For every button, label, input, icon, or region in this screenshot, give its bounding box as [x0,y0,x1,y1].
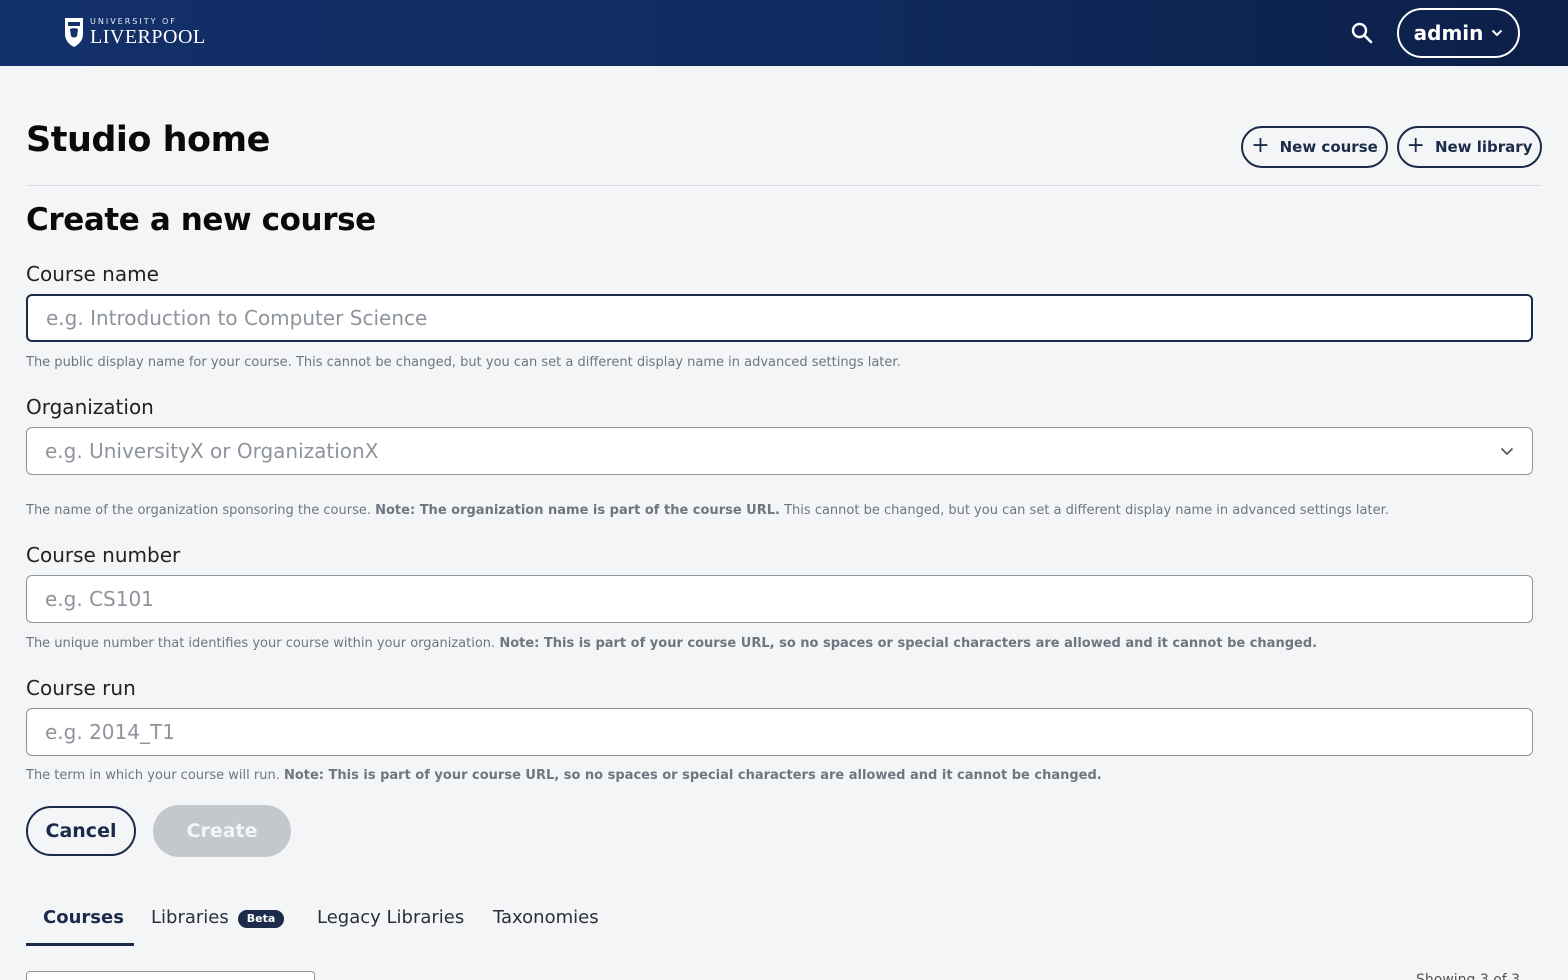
logo-small-text: UNIVERSITY OF [90,16,177,26]
top-header: UNIVERSITY OF LIVERPOOL admin [0,0,1568,66]
chevron-down-icon [1492,29,1503,37]
course-run-help-note: Note: This is part of your course URL, s… [283,768,1102,783]
crest-icon [65,18,83,47]
search-button[interactable] [1344,16,1380,50]
tab-taxonomies-label: Taxonomies [493,907,599,928]
course-number-label: Course number [26,543,181,567]
organization-label: Organization [26,395,154,419]
beta-badge: Beta [237,910,285,928]
plus-icon: + [1406,133,1425,158]
course-name-input[interactable] [26,294,1533,342]
course-run-input[interactable] [26,708,1533,756]
new-course-button[interactable]: + New course [1241,126,1388,168]
organization-help-prefix: The name of the organization sponsoring … [26,503,376,518]
new-library-label: New library [1434,138,1533,156]
user-menu-button[interactable]: admin [1397,8,1520,58]
course-name-label: Course name [26,262,159,286]
tab-libraries-label: Libraries [151,907,229,928]
course-run-help-prefix: The term in which your course will run. [26,768,284,783]
course-number-help: The unique number that identifies your c… [26,636,1317,651]
tab-courses[interactable]: Courses [43,895,124,947]
tab-legacy-libraries[interactable]: Legacy Libraries [317,895,464,947]
tab-legacy-libraries-label: Legacy Libraries [317,907,465,928]
search-icon [1351,22,1373,44]
new-course-label: New course [1279,138,1378,156]
header-divider [26,185,1542,186]
logo-big-text: LIVERPOOL [90,25,206,48]
plus-icon: + [1251,133,1270,158]
course-number-help-note: Note: This is part of your course URL, s… [499,636,1318,651]
user-menu-label: admin [1413,21,1484,45]
course-run-help: The term in which your course will run. … [26,768,1102,783]
course-number-input[interactable] [26,575,1533,623]
create-button[interactable]: Create [153,805,291,857]
organization-placeholder: e.g. UniversityX or OrganizationX [45,439,379,463]
course-number-help-prefix: The unique number that identifies your c… [26,636,500,651]
organization-help-note: Note: The organization name is part of t… [375,503,780,518]
new-library-button[interactable]: + New library [1397,126,1542,168]
create-course-title: Create a new course [26,202,376,238]
course-name-help: The public display name for your course.… [26,355,901,370]
chevron-down-icon [1500,447,1514,455]
tab-taxonomies[interactable]: Taxonomies [493,895,599,947]
tab-libraries[interactable]: Libraries Beta [151,895,285,947]
organization-help-suffix: This cannot be changed, but you can set … [779,503,1389,518]
course-run-label: Course run [26,676,136,700]
university-logo[interactable]: UNIVERSITY OF LIVERPOOL [64,15,206,49]
organization-help: The name of the organization sponsoring … [26,503,1389,518]
showing-count: Showing 3 of 3 [1416,972,1521,980]
courses-search-input[interactable] [26,971,315,980]
page-title: Studio home [26,120,270,160]
tab-courses-label: Courses [43,907,124,928]
active-tab-indicator [26,943,134,946]
cancel-button[interactable]: Cancel [26,806,136,856]
organization-select[interactable]: e.g. UniversityX or OrganizationX [26,427,1533,475]
